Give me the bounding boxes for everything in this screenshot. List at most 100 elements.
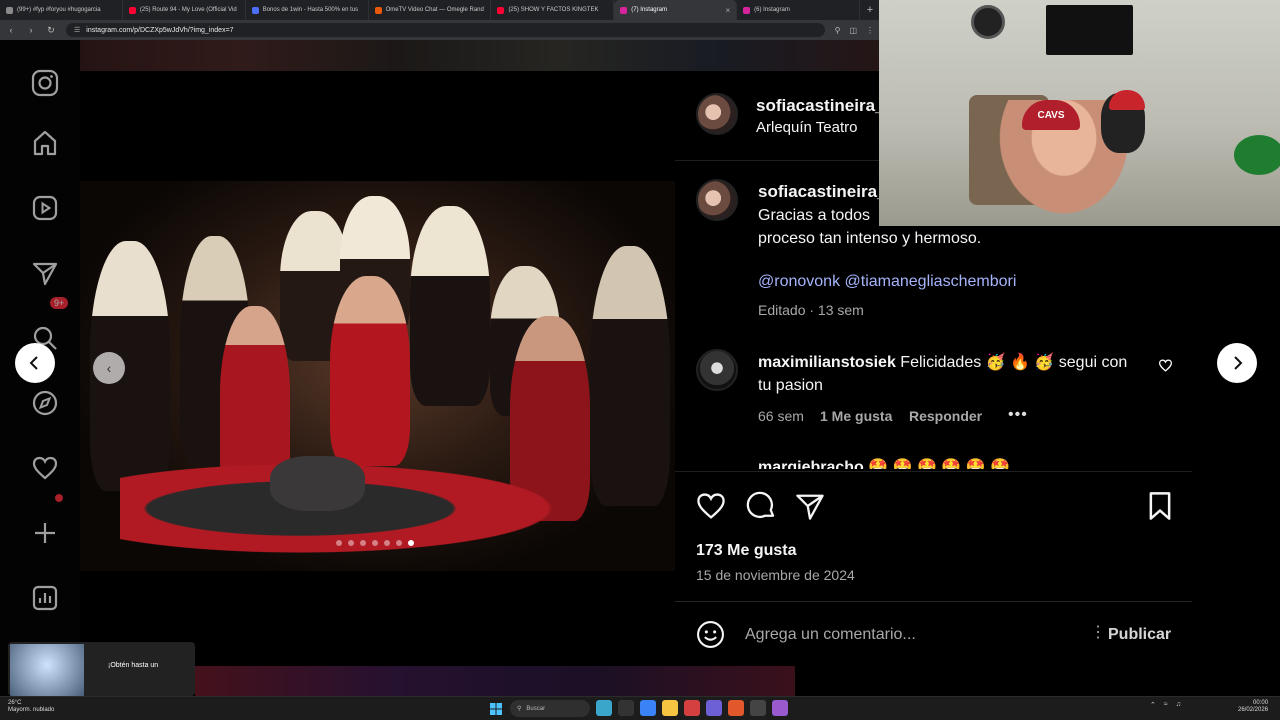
tray-chevron-icon[interactable]: ⌃ [1150, 701, 1156, 709]
wifi-icon[interactable]: ≈ [1164, 701, 1168, 709]
taskbar-app-icon[interactable] [640, 700, 656, 716]
like-count[interactable]: 173 Me gusta [696, 542, 796, 560]
plush-toy-cap [1109, 90, 1145, 110]
cast-icon[interactable]: ◫ [849, 26, 857, 35]
site-info-icon[interactable]: ☰ [74, 26, 80, 34]
instagram-logo-icon[interactable] [30, 68, 60, 98]
taskbar-apps [596, 700, 788, 716]
comment-username[interactable]: maximilianstosiek [758, 354, 896, 371]
volume-icon[interactable]: ♫ [1176, 701, 1181, 709]
url-text: instagram.com/p/DCZXp5wJdVh/?img_index=7 [86, 26, 234, 34]
taskbar-app-icon[interactable] [662, 700, 678, 716]
author-username[interactable]: sofiacastineira_ [756, 96, 885, 116]
comment-username[interactable]: margiebracho [758, 459, 864, 469]
browser-tab[interactable]: (99+) #fyp #foryou #hugogarcia [0, 0, 123, 20]
dashboard-icon[interactable] [30, 583, 60, 613]
forward-icon[interactable]: › [26, 25, 36, 35]
next-post-button[interactable] [1217, 343, 1257, 383]
browser-address-bar: ‹ › ↻ ☰ instagram.com/p/DCZXp5wJdVh/?img… [0, 20, 880, 40]
comment-partial: margiebracho 🤩 🤩 🤩 🤩 🤩 🤩 [758, 457, 1118, 469]
comment-icon[interactable] [745, 490, 777, 522]
taskbar-app-icon[interactable] [750, 700, 766, 716]
tab-favicon-icon [6, 6, 13, 14]
menu-icon[interactable]: ⋮ [866, 26, 874, 35]
reload-icon[interactable]: ↻ [46, 25, 56, 36]
figure-shape [590, 246, 670, 506]
weather-desc: Mayorm. nublado [8, 707, 55, 713]
commenter-avatar[interactable] [696, 349, 738, 391]
weather-widget[interactable]: 26°C Mayorm. nublado [8, 700, 54, 714]
weather-temp: 26°C [8, 700, 22, 706]
browser-tab[interactable]: (7) Instagram × [614, 0, 738, 20]
clock-time: 00:00 [1253, 700, 1269, 706]
share-icon[interactable] [794, 490, 826, 522]
browser-tab[interactable]: Bonos de 1win - Hasta 500% en tus [246, 0, 369, 20]
system-tray: ⌃ ≈ ♫ [1150, 701, 1181, 709]
post-actions: 173 Me gusta 15 de noviembre de 2024 [675, 471, 1192, 601]
caption-mentions[interactable]: @ronovonk @tiamanegliaschembori [758, 270, 1158, 293]
tab-title: OmeTV Video Chat — Omegle Rand [385, 7, 484, 13]
post-location[interactable]: Arlequín Teatro [756, 119, 857, 136]
browser-tab[interactable]: OmeTV Video Chat — Omegle Rand [369, 0, 492, 20]
home-icon[interactable] [30, 128, 60, 158]
save-icon[interactable] [1144, 490, 1176, 522]
wall-clock [971, 5, 1005, 39]
explore-icon[interactable] [30, 388, 60, 418]
notifications-icon[interactable] [30, 453, 60, 483]
tab-close-icon[interactable]: × [725, 6, 730, 15]
caption-line: proceso tan intenso y hermoso. [758, 230, 982, 247]
taskbar-search[interactable]: ⚲ Buscar [510, 700, 590, 717]
comment-likes[interactable]: 1 Me gusta [820, 408, 892, 424]
more-options-icon[interactable]: ⋮ [1090, 622, 1106, 642]
publish-button[interactable]: Publicar [1108, 626, 1171, 644]
url-field[interactable]: ☰ instagram.com/p/DCZXp5wJdVh/?img_index… [66, 23, 825, 37]
screen: (99+) #fyp #foryou #hugogarcia (25) Route… [0, 0, 1280, 720]
tab-favicon-icon [128, 6, 136, 14]
like-icon[interactable] [695, 490, 727, 522]
tab-title: (25) Route 94 - My Love (Official Vid [139, 7, 237, 13]
figure-shape [270, 456, 365, 511]
promo-text: ¡Obtén hasta un [108, 662, 159, 669]
tab-title: (99+) #fyp #foryou #hugogarcia [17, 7, 101, 13]
browser-tab[interactable]: (25) Route 94 - My Love (Official Vid [123, 0, 246, 20]
post-image[interactable] [80, 71, 675, 666]
emoji-icon[interactable] [696, 620, 725, 654]
comment-options-icon[interactable]: ••• [1008, 406, 1028, 424]
caption-avatar[interactable] [696, 179, 738, 221]
carousel-dot [408, 540, 414, 546]
comment-input[interactable]: Agrega un comentario... [745, 626, 916, 644]
carousel-dot [336, 540, 342, 546]
create-icon[interactable] [30, 518, 60, 548]
tab-favicon-icon [374, 6, 382, 14]
carousel-previous-button[interactable]: ‹ [93, 352, 125, 384]
comment-like-icon[interactable] [1158, 358, 1173, 375]
clock[interactable]: 00:00 26/02/2026 [1238, 700, 1268, 714]
taskbar-app-icon[interactable] [706, 700, 722, 716]
webcam-overlay: CAVS [879, 0, 1280, 226]
browser-tab[interactable]: (6) Instagram [737, 0, 861, 20]
caption-username[interactable]: sofiacastineira_ [758, 182, 887, 202]
taskbar-app-icon[interactable] [772, 700, 788, 716]
carousel-dot [384, 540, 390, 546]
messages-icon[interactable] [30, 258, 60, 288]
messages-badge: 9+ [50, 297, 69, 309]
taskbar-app-icon[interactable] [596, 700, 612, 716]
author-avatar[interactable] [696, 93, 738, 135]
tab-favicon-icon [497, 6, 505, 14]
taskbar-app-icon[interactable] [618, 700, 634, 716]
taskbar-app-icon[interactable] [684, 700, 700, 716]
reels-icon[interactable] [30, 193, 60, 223]
tab-title: (7) Instagram [631, 7, 667, 13]
previous-post-button[interactable] [15, 343, 55, 383]
windows-start-icon[interactable] [490, 703, 502, 715]
carousel-dot [372, 540, 378, 546]
comment-reply-button[interactable]: Responder [909, 408, 982, 424]
new-tab-icon[interactable]: + [860, 4, 880, 16]
taskbar-app-icon[interactable] [728, 700, 744, 716]
post-date: 15 de noviembre de 2024 [696, 567, 855, 583]
back-icon[interactable]: ‹ [6, 25, 16, 35]
zoom-icon[interactable]: ⚲ [835, 26, 841, 35]
browser-tab[interactable]: (25) SHOW Y FACTOS KINGTEK [491, 0, 615, 20]
taskbar-search-label: Buscar [526, 705, 546, 712]
comment-text: maximilianstosiek Felicidades 🥳 🔥 🥳 segu… [758, 351, 1128, 397]
